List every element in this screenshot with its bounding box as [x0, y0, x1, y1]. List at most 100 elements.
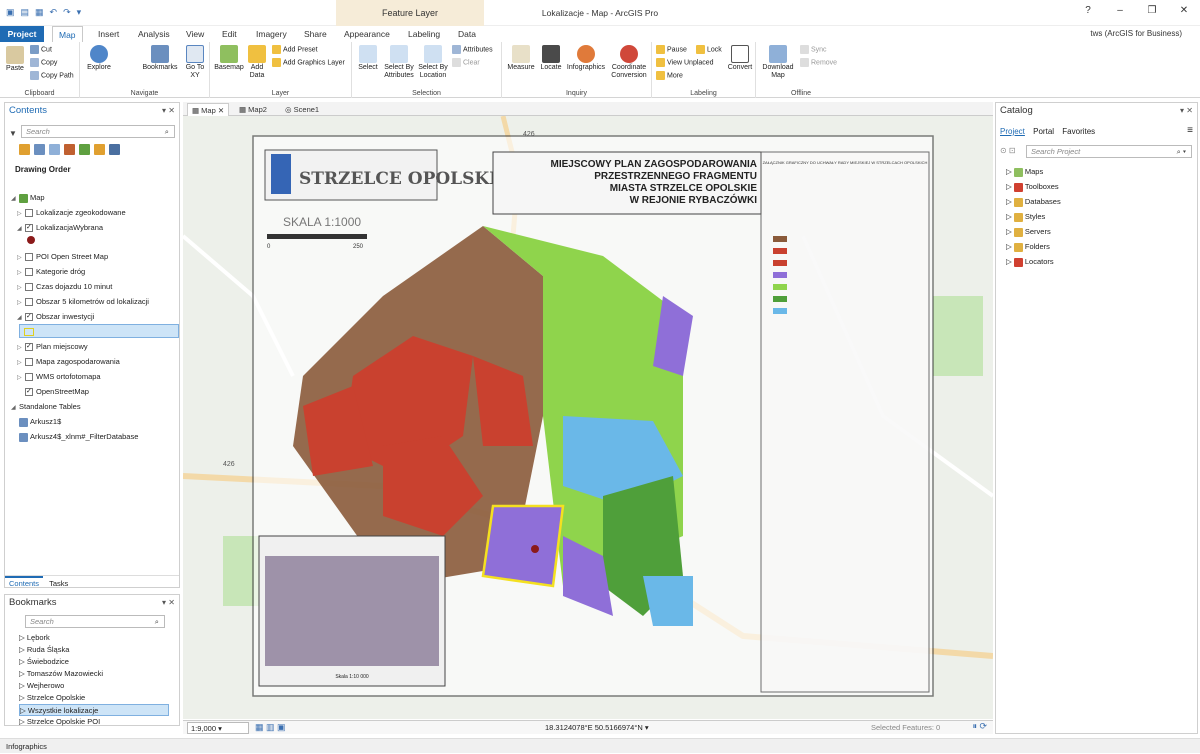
bookmark-item-selected[interactable]: ▷ Wszystkie lokalizacje [19, 704, 169, 716]
layer-obszar-5km[interactable]: ▷ Obszar 5 kilometrów od lokalizacji [17, 295, 149, 309]
tab-map[interactable]: Map [52, 26, 83, 42]
tab-map2-view[interactable]: ▦ Map2 [235, 103, 271, 116]
back-icon[interactable]: ⊙ ⊡ [1000, 146, 1016, 155]
layer-kategorie-drog[interactable]: ▷ Kategorie dróg [17, 265, 85, 279]
locate-button[interactable]: Locate [538, 45, 564, 72]
tab-data[interactable]: Data [452, 26, 482, 42]
layer-mapa-zagospodarowania[interactable]: ▷ Mapa zagospodarowania [17, 355, 120, 369]
measure-button[interactable]: Measure [504, 45, 538, 72]
layer-checkbox[interactable] [25, 298, 33, 307]
tab-map-view[interactable]: ▦ Map ✕ [187, 103, 230, 116]
view-unplaced-button[interactable]: View Unplaced [656, 58, 714, 67]
layer-checkbox[interactable] [25, 268, 33, 277]
map-view[interactable]: ▦ Map ✕ ▦ Map2 ◎ Scene1 STRZELCE OPOLSKI… [183, 102, 993, 719]
more-labeling-button[interactable]: More [656, 71, 683, 80]
layer-checkbox[interactable] [25, 283, 33, 292]
convert-button[interactable]: Convert [726, 45, 754, 72]
layer-wms-ortofotomapa[interactable]: ▷ WMS ortofotomapa [17, 370, 101, 384]
explore-button[interactable]: Explore [84, 45, 114, 72]
tab-tasks[interactable]: Tasks [45, 578, 72, 590]
table-arkusz1[interactable]: Arkusz1$ [19, 415, 61, 429]
tab-view[interactable]: View [180, 26, 210, 42]
attributes-button[interactable]: Attributes [452, 45, 493, 54]
add-graphics-layer-button[interactable]: Add Graphics Layer [272, 58, 345, 67]
table-arkusz4[interactable]: Arkusz4$_xlnm#_FilterDatabase [19, 430, 138, 444]
tab-labeling[interactable]: Labeling [402, 26, 446, 42]
catalog-item-folders[interactable]: ▷ Folders [1006, 240, 1050, 254]
catalog-item-servers[interactable]: ▷ Servers [1006, 225, 1051, 239]
tab-catalog-portal[interactable]: Portal [1033, 127, 1054, 136]
perspective-icon[interactable] [109, 144, 120, 155]
layer-lokalizacje-zgeokodowane[interactable]: ▷ Lokalizacje zgeokodowane [17, 206, 126, 220]
editing-icon[interactable] [64, 144, 75, 155]
help-button[interactable]: ? [1072, 0, 1104, 22]
layer-checkbox[interactable] [25, 373, 33, 382]
polygon-symbol-row[interactable] [19, 324, 179, 338]
labeling-icon[interactable] [94, 144, 105, 155]
layer-checkbox[interactable] [25, 388, 33, 397]
layer-obszar-inwestycji[interactable]: ◢Obszar inwestycji [17, 310, 94, 324]
bookmarks-search-input[interactable]: Search ⌕ [25, 615, 165, 628]
refresh-icon[interactable]: ⏸ ⟳ [972, 721, 987, 732]
layer-checkbox[interactable] [25, 343, 33, 352]
tab-edit[interactable]: Edit [216, 26, 243, 42]
copy-path-button[interactable]: Copy Path [30, 71, 74, 80]
infographics-button[interactable]: Infographics [564, 45, 608, 72]
standalone-tables-heading[interactable]: ◢ Standalone Tables [11, 400, 81, 414]
select-button[interactable]: Select [354, 45, 382, 72]
bookmark-item[interactable]: ▷ Ruda Śląska [19, 644, 69, 656]
minimize-button[interactable]: – [1104, 0, 1136, 22]
tab-analysis[interactable]: Analysis [132, 26, 176, 42]
bookmark-item[interactable]: ▷ Strzelce Opolskie POI [19, 716, 100, 728]
filter-icon[interactable]: ▼ [9, 129, 17, 138]
layer-lokalizacja-wybrana[interactable]: ◢LokalizacjaWybrana [17, 221, 103, 235]
copy-button[interactable]: Copy [30, 58, 57, 67]
layer-plan-miejscowy[interactable]: ▷Plan miejscowy [17, 340, 88, 354]
pane-controls[interactable]: ▾ ✕ [162, 595, 175, 611]
select-by-location-button[interactable]: Select By Location [416, 45, 450, 80]
tab-scene1-view[interactable]: ◎ Scene1 [281, 103, 323, 116]
maximize-button[interactable]: ❐ [1136, 0, 1168, 22]
sync-button[interactable]: Sync [800, 45, 827, 54]
bookmark-item[interactable]: ▷ Świebodzice [19, 656, 69, 668]
tab-insert[interactable]: Insert [92, 26, 125, 42]
catalog-item-databases[interactable]: ▷ Databases [1006, 195, 1061, 209]
contents-search-input[interactable]: Search ⌕ [21, 125, 175, 138]
layer-czas-dojazdu[interactable]: ▷ Czas dojazdu 10 minut [17, 280, 112, 294]
drawing-order-icon[interactable] [19, 144, 30, 155]
tab-imagery[interactable]: Imagery [250, 26, 293, 42]
layer-map[interactable]: ◢ Map [11, 191, 45, 205]
paste-button[interactable]: Paste [4, 46, 26, 73]
catalog-item-maps[interactable]: ▷ Maps [1006, 165, 1043, 179]
remove-offline-button[interactable]: Remove [800, 58, 837, 67]
layer-checkbox[interactable] [25, 358, 33, 367]
catalog-item-toolboxes[interactable]: ▷ Toolboxes [1006, 180, 1059, 194]
select-by-attributes-button[interactable]: Select By Attributes [382, 45, 416, 80]
bookmarks-button[interactable]: Bookmarks [140, 45, 180, 72]
bookmark-item[interactable]: ▷ Tomaszów Mazowiecki [19, 668, 103, 680]
close-button[interactable]: ✕ [1168, 0, 1200, 22]
lock-labeling-button[interactable]: Lock [696, 45, 722, 54]
tab-catalog-favorites[interactable]: Favorites [1062, 127, 1095, 136]
point-symbol[interactable] [27, 235, 35, 249]
catalog-item-styles[interactable]: ▷ Styles [1006, 210, 1045, 224]
layer-checkbox[interactable] [25, 209, 33, 218]
download-map-button[interactable]: Download Map [758, 45, 798, 80]
bookmark-item[interactable]: ▷ Lębork [19, 632, 50, 644]
bookmark-item[interactable]: ▷ Strzelce Opolskie [19, 692, 85, 704]
add-preset-button[interactable]: Add Preset [272, 45, 318, 54]
layer-openstreetmap[interactable]: OpenStreetMap [17, 385, 89, 399]
tab-appearance[interactable]: Appearance [338, 26, 396, 42]
clear-selection-button[interactable]: Clear [452, 58, 480, 67]
pause-labeling-button[interactable]: Pause [656, 45, 687, 54]
snapping-icon[interactable] [79, 144, 90, 155]
go-to-xy-button[interactable]: Go To XY [182, 45, 208, 80]
map-canvas[interactable]: STRZELCE OPOLSKIE MIEJSCOWY PLAN ZAGOSPO… [183, 116, 993, 719]
bookmark-item[interactable]: ▷ Wejherowo [19, 680, 64, 692]
tab-contents[interactable]: Contents [5, 576, 44, 590]
pane-controls[interactable]: ▾ ✕ [162, 103, 175, 119]
basemap-button[interactable]: Basemap [212, 45, 246, 72]
pane-controls[interactable]: ▾ ✕ [1180, 103, 1193, 119]
layer-checkbox[interactable] [25, 253, 33, 262]
add-data-button[interactable]: Add Data [246, 45, 268, 80]
